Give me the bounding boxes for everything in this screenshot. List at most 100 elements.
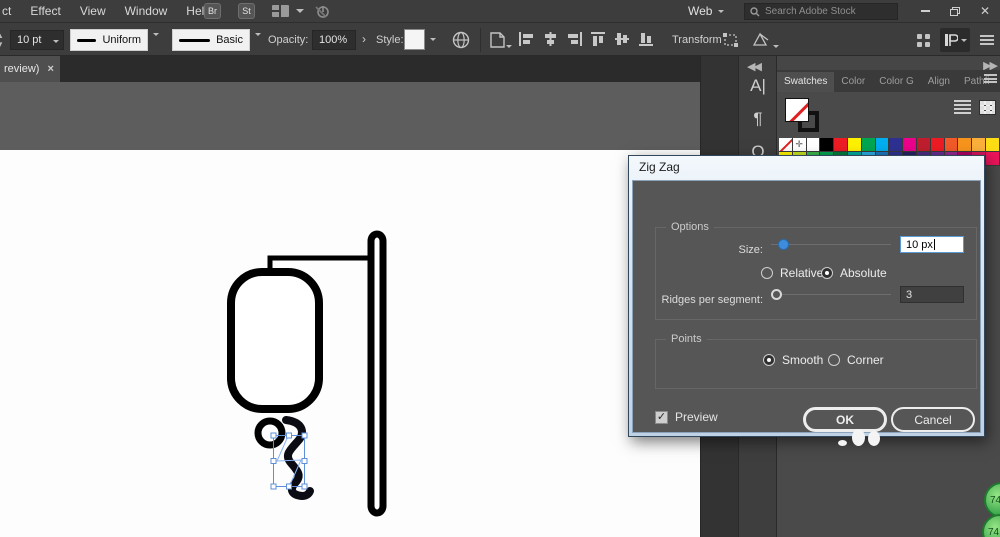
minimize-button[interactable]	[910, 0, 940, 22]
fill-stroke-indicator[interactable]	[785, 98, 821, 134]
ok-button[interactable]: OK	[803, 407, 887, 432]
swatch-none[interactable]	[779, 138, 793, 152]
swatch-registration[interactable]: ✛	[792, 138, 807, 152]
panel-tab-swatches[interactable]: Swatches	[777, 72, 835, 92]
align-right-icon[interactable]	[566, 31, 583, 47]
relative-radio[interactable]	[761, 267, 773, 279]
arrange-documents-chevron-icon[interactable]	[296, 9, 304, 13]
artboard[interactable]	[0, 150, 700, 537]
opacity-flyout-icon[interactable]: ›	[362, 32, 366, 46]
ridges-slider-thumb[interactable]	[771, 289, 782, 300]
corner-radio[interactable]	[828, 354, 840, 366]
document-setup-icon[interactable]	[488, 31, 508, 49]
brush-dropdown[interactable]: Basic	[172, 29, 250, 51]
ridges-slider-track	[771, 294, 891, 295]
size-slider-thumb[interactable]	[778, 239, 789, 250]
hook-shape[interactable]	[254, 417, 286, 449]
swatch-color[interactable]	[972, 138, 986, 152]
align-center-horizontal-icon[interactable]	[542, 31, 559, 47]
panel-tab-color[interactable]: Color	[834, 72, 872, 92]
swatch-color[interactable]	[806, 138, 821, 152]
stroke-weight-stepper[interactable]: ▲▼	[0, 31, 6, 49]
close-button[interactable]: ✕	[970, 0, 1000, 22]
menu-item-ct[interactable]: ct	[2, 4, 11, 18]
align-left-icon[interactable]	[518, 31, 535, 47]
swatch-color[interactable]	[861, 138, 876, 152]
fill-proxy-none[interactable]	[785, 98, 809, 122]
absolute-radio[interactable]	[821, 267, 833, 279]
collapse-panels-icon[interactable]: ◀◀	[747, 60, 762, 73]
arrange-documents-icon[interactable]	[272, 5, 289, 17]
style-swatch[interactable]	[404, 29, 425, 50]
corner-label[interactable]: Corner	[847, 353, 884, 367]
align-top-icon[interactable]	[590, 31, 607, 47]
size-input-value: 10 px	[906, 238, 933, 251]
panel-menu-icon[interactable]	[984, 74, 997, 83]
swatch-color[interactable]	[820, 138, 835, 152]
collapsed-panel-icon-a-[interactable]: A|	[750, 76, 766, 96]
align-center-vertical-icon[interactable]	[614, 31, 631, 47]
app-button-br[interactable]: Br	[204, 3, 221, 19]
align-bottom-icon[interactable]	[638, 31, 655, 47]
shape-mode-chevron-icon[interactable]	[773, 45, 779, 48]
free-transform-icon[interactable]	[722, 32, 740, 48]
transform-label[interactable]: Transform	[672, 34, 722, 46]
list-view-icon[interactable]	[954, 100, 971, 114]
smooth-label[interactable]: Smooth	[782, 353, 823, 367]
panel-tab-color-g[interactable]: Color G	[872, 72, 920, 92]
swatch-color[interactable]	[958, 138, 973, 152]
brush-chevron-icon[interactable]	[255, 33, 261, 36]
swatch-color[interactable]	[985, 152, 1000, 166]
relative-label[interactable]: Relative	[780, 266, 823, 280]
menu-item-effect[interactable]: Effect	[30, 4, 60, 18]
preview-label[interactable]: Preview	[675, 410, 718, 424]
document-setup-chevron-icon[interactable]	[506, 45, 512, 48]
swatch-color[interactable]	[930, 138, 945, 152]
size-input[interactable]: 10 px	[900, 236, 964, 253]
swatch-color[interactable]	[903, 138, 917, 152]
opacity-field[interactable]: 100%	[312, 30, 356, 50]
document-tab[interactable]: review) ×	[0, 56, 60, 82]
ridges-input[interactable]: 3	[900, 286, 964, 303]
swatch-color[interactable]	[875, 138, 890, 152]
gpu-performance-icon[interactable]	[314, 3, 330, 19]
menu-item-view[interactable]: View	[80, 4, 106, 18]
bar-menu-icon[interactable]	[980, 35, 994, 45]
stock-search-box[interactable]: Search Adobe Stock	[744, 3, 898, 20]
ridges-slider[interactable]	[771, 289, 891, 300]
swatch-color[interactable]	[889, 138, 904, 152]
grid-view-icon[interactable]	[979, 100, 996, 115]
collapsed-panel-icon--[interactable]: ¶	[753, 109, 762, 129]
width-profile-dropdown[interactable]: Uniform	[70, 29, 148, 51]
width-profile-chevron-icon[interactable]	[153, 33, 159, 36]
style-chevron-icon[interactable]	[430, 38, 436, 41]
overlay-dot	[838, 440, 847, 446]
absolute-label[interactable]: Absolute	[840, 266, 887, 280]
swatch-color[interactable]	[834, 138, 848, 152]
shape-mode-icon[interactable]	[752, 32, 770, 48]
iv-bag-shape[interactable]	[227, 268, 323, 413]
pole-shape[interactable]	[367, 230, 387, 517]
panel-tabs: Swatches Color Color G Align Pathfi	[777, 70, 1000, 92]
cancel-button[interactable]: Cancel	[891, 407, 975, 432]
swatch-color[interactable]	[916, 138, 931, 152]
ridges-input-value: 3	[906, 288, 913, 301]
swatch-color[interactable]	[985, 138, 1000, 152]
menu-item-window[interactable]: Window	[125, 4, 168, 18]
workspace-switcher[interactable]: Web	[688, 0, 725, 22]
panel-tab-align[interactable]: Align	[921, 72, 957, 92]
app-button-st[interactable]: St	[238, 3, 255, 19]
smooth-radio-row: Smooth	[763, 353, 823, 367]
smooth-radio[interactable]	[763, 354, 775, 366]
panel-workspace-button[interactable]	[940, 28, 970, 52]
canvas-area[interactable]	[0, 82, 700, 537]
restore-button[interactable]	[940, 0, 970, 22]
document-color-mode-icon[interactable]	[452, 31, 470, 49]
size-slider[interactable]	[771, 239, 891, 250]
preview-checkbox[interactable]: ✓	[655, 410, 668, 424]
swatch-color[interactable]	[944, 138, 959, 152]
document-tab-close-icon[interactable]: ×	[47, 63, 53, 75]
swatch-color[interactable]	[847, 138, 862, 152]
stroke-weight-field[interactable]: 10 pt	[10, 30, 64, 50]
touch-bar-icon[interactable]	[917, 33, 930, 47]
